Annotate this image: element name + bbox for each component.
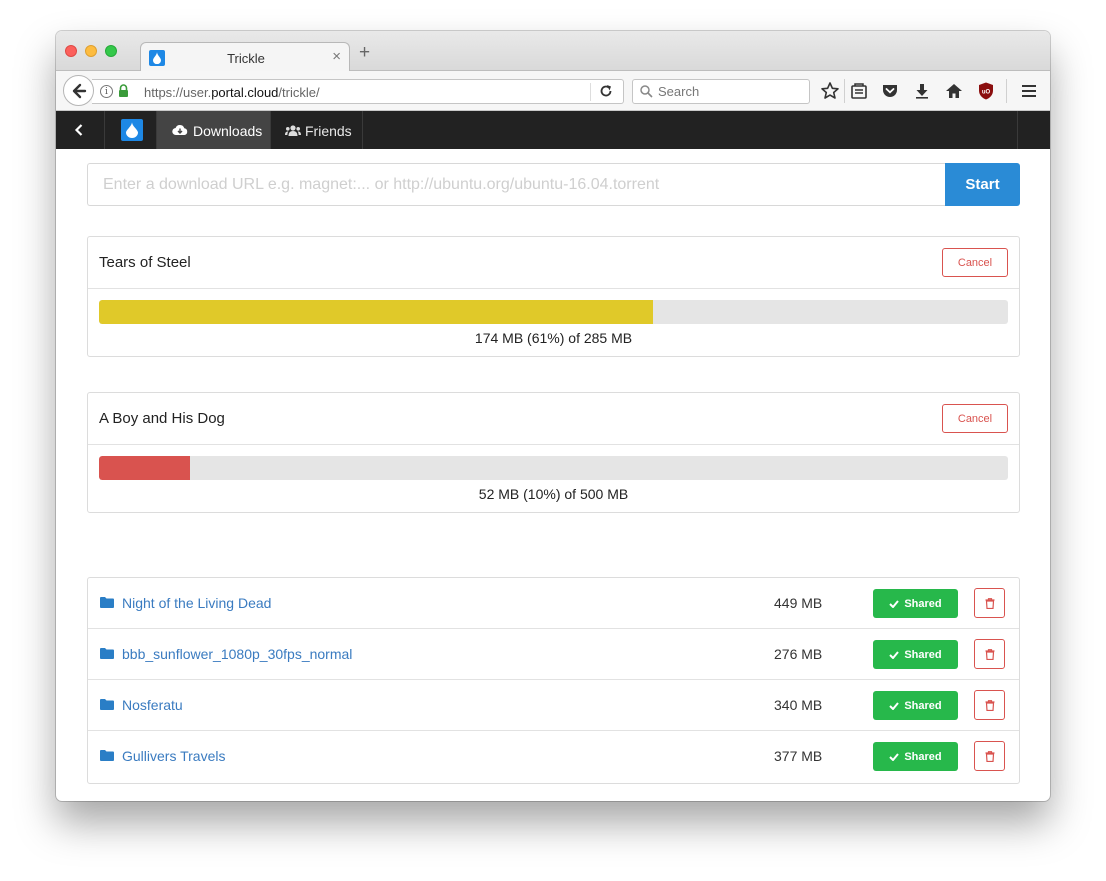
svg-text:uO: uO (982, 89, 991, 95)
shared-button[interactable]: Shared (873, 742, 958, 771)
trash-icon (985, 700, 995, 711)
check-icon (889, 599, 900, 608)
bookmark-star-icon[interactable] (820, 81, 840, 101)
download-card: A Boy and His Dog Cancel 52 MB (10%) of … (87, 392, 1020, 513)
shared-button[interactable]: Shared (873, 691, 958, 720)
check-icon (889, 701, 900, 710)
file-name-link[interactable]: Nosferatu (122, 697, 183, 713)
new-tab-icon[interactable]: + (359, 43, 370, 62)
browser-search-bar[interactable] (632, 79, 810, 104)
browser-window: Trickle × + i https://user.portal.cloud/… (56, 31, 1050, 801)
file-name-link[interactable]: bbb_sunflower_1080p_30fps_normal (122, 646, 352, 662)
check-icon (889, 650, 900, 659)
download-title: A Boy and His Dog (99, 410, 225, 427)
bookmarks-library-icon[interactable] (849, 81, 869, 101)
tab-downloads-label: Downloads (193, 123, 263, 139)
folder-icon (100, 648, 114, 659)
app-navbar: Downloads Friends (56, 111, 1050, 149)
trash-icon (985, 598, 995, 609)
app-logo[interactable] (105, 111, 157, 149)
address-bar[interactable]: i https://user.portal.cloud/trickle/ (92, 79, 624, 104)
zoom-window-button[interactable] (105, 45, 117, 57)
file-name-link[interactable]: Night of the Living Dead (122, 595, 271, 611)
toolbar-separator (844, 79, 845, 103)
progress-text: 174 MB (61%) of 285 MB (474, 330, 633, 346)
progress-bar (99, 456, 1008, 480)
ublock-shield-icon[interactable]: uO (976, 81, 996, 101)
minimize-window-button[interactable] (85, 45, 97, 57)
cancel-button[interactable]: Cancel (942, 248, 1008, 277)
folder-icon (100, 597, 114, 608)
tab-friends[interactable]: Friends (271, 111, 363, 149)
download-title: Tears of Steel (99, 254, 191, 271)
home-icon[interactable] (944, 81, 964, 101)
delete-button[interactable] (974, 588, 1005, 618)
browser-toolbar: i https://user.portal.cloud/trickle/ Sea… (56, 71, 1050, 111)
file-size: 340 MB (774, 697, 823, 713)
file-row: Nosferatu 340 MB Shared (88, 680, 1019, 731)
check-icon (889, 752, 900, 761)
lock-icon (119, 84, 128, 97)
tab-title: Trickle (227, 51, 265, 66)
info-icon[interactable]: i (100, 85, 113, 98)
file-row: bbb_sunflower_1080p_30fps_normal 276 MB … (88, 629, 1019, 680)
trickle-logo-icon (121, 119, 143, 141)
delete-button[interactable] (974, 741, 1005, 771)
shared-button[interactable]: Shared (873, 640, 958, 669)
start-button[interactable]: Start (945, 163, 1020, 206)
trash-icon (985, 649, 995, 660)
progress-bar-fill (99, 300, 654, 324)
cloud-download-icon (172, 125, 188, 136)
url-text[interactable]: https://user.portal.cloud/trickle/ (144, 85, 320, 100)
file-list: Night of the Living Dead 449 MB Shared b… (87, 577, 1020, 784)
download-card-header: A Boy and His Dog Cancel (88, 393, 1019, 445)
browser-tab[interactable]: Trickle × (140, 42, 350, 72)
progress-bar-fill (99, 456, 190, 480)
reload-icon[interactable] (599, 84, 613, 98)
hamburger-menu-icon[interactable] (1019, 81, 1039, 101)
chevron-left-icon (74, 124, 83, 136)
browser-search-input[interactable] (658, 83, 798, 100)
shared-button[interactable]: Shared (873, 589, 958, 618)
delete-button[interactable] (974, 639, 1005, 669)
close-window-button[interactable] (65, 45, 77, 57)
file-row: Night of the Living Dead 449 MB Shared (88, 578, 1019, 629)
tab-friends-label: Friends (305, 123, 352, 139)
toolbar-separator (1006, 79, 1007, 103)
download-card: Tears of Steel Cancel 174 MB (61%) of 28… (87, 236, 1020, 357)
download-url-input[interactable] (87, 163, 945, 206)
delete-button[interactable] (974, 690, 1005, 720)
tab-close-icon[interactable]: × (332, 49, 341, 65)
tab-downloads[interactable]: Downloads (157, 111, 271, 149)
folder-icon (100, 699, 114, 710)
folder-icon (100, 750, 114, 761)
file-row: Gullivers Travels 377 MB Shared (88, 731, 1019, 782)
navbar-spacer (363, 111, 1018, 149)
file-name-link[interactable]: Gullivers Travels (122, 748, 225, 764)
tab-strip: Trickle × + (56, 31, 1050, 72)
trash-icon (985, 751, 995, 762)
progress-bar (99, 300, 1008, 324)
file-size: 276 MB (774, 646, 823, 662)
cancel-button[interactable]: Cancel (942, 404, 1008, 433)
pocket-icon[interactable] (880, 81, 900, 101)
users-icon (285, 125, 301, 136)
back-button[interactable] (63, 75, 94, 106)
search-icon (640, 85, 653, 98)
url-divider (590, 83, 591, 101)
download-card-header: Tears of Steel Cancel (88, 237, 1019, 289)
downloads-arrow-icon[interactable] (912, 81, 932, 101)
progress-text: 52 MB (10%) of 500 MB (478, 486, 629, 502)
nav-back-button[interactable] (56, 111, 105, 149)
file-size: 449 MB (774, 595, 823, 611)
file-size: 377 MB (774, 748, 823, 764)
download-url-form: Start (87, 163, 1020, 206)
